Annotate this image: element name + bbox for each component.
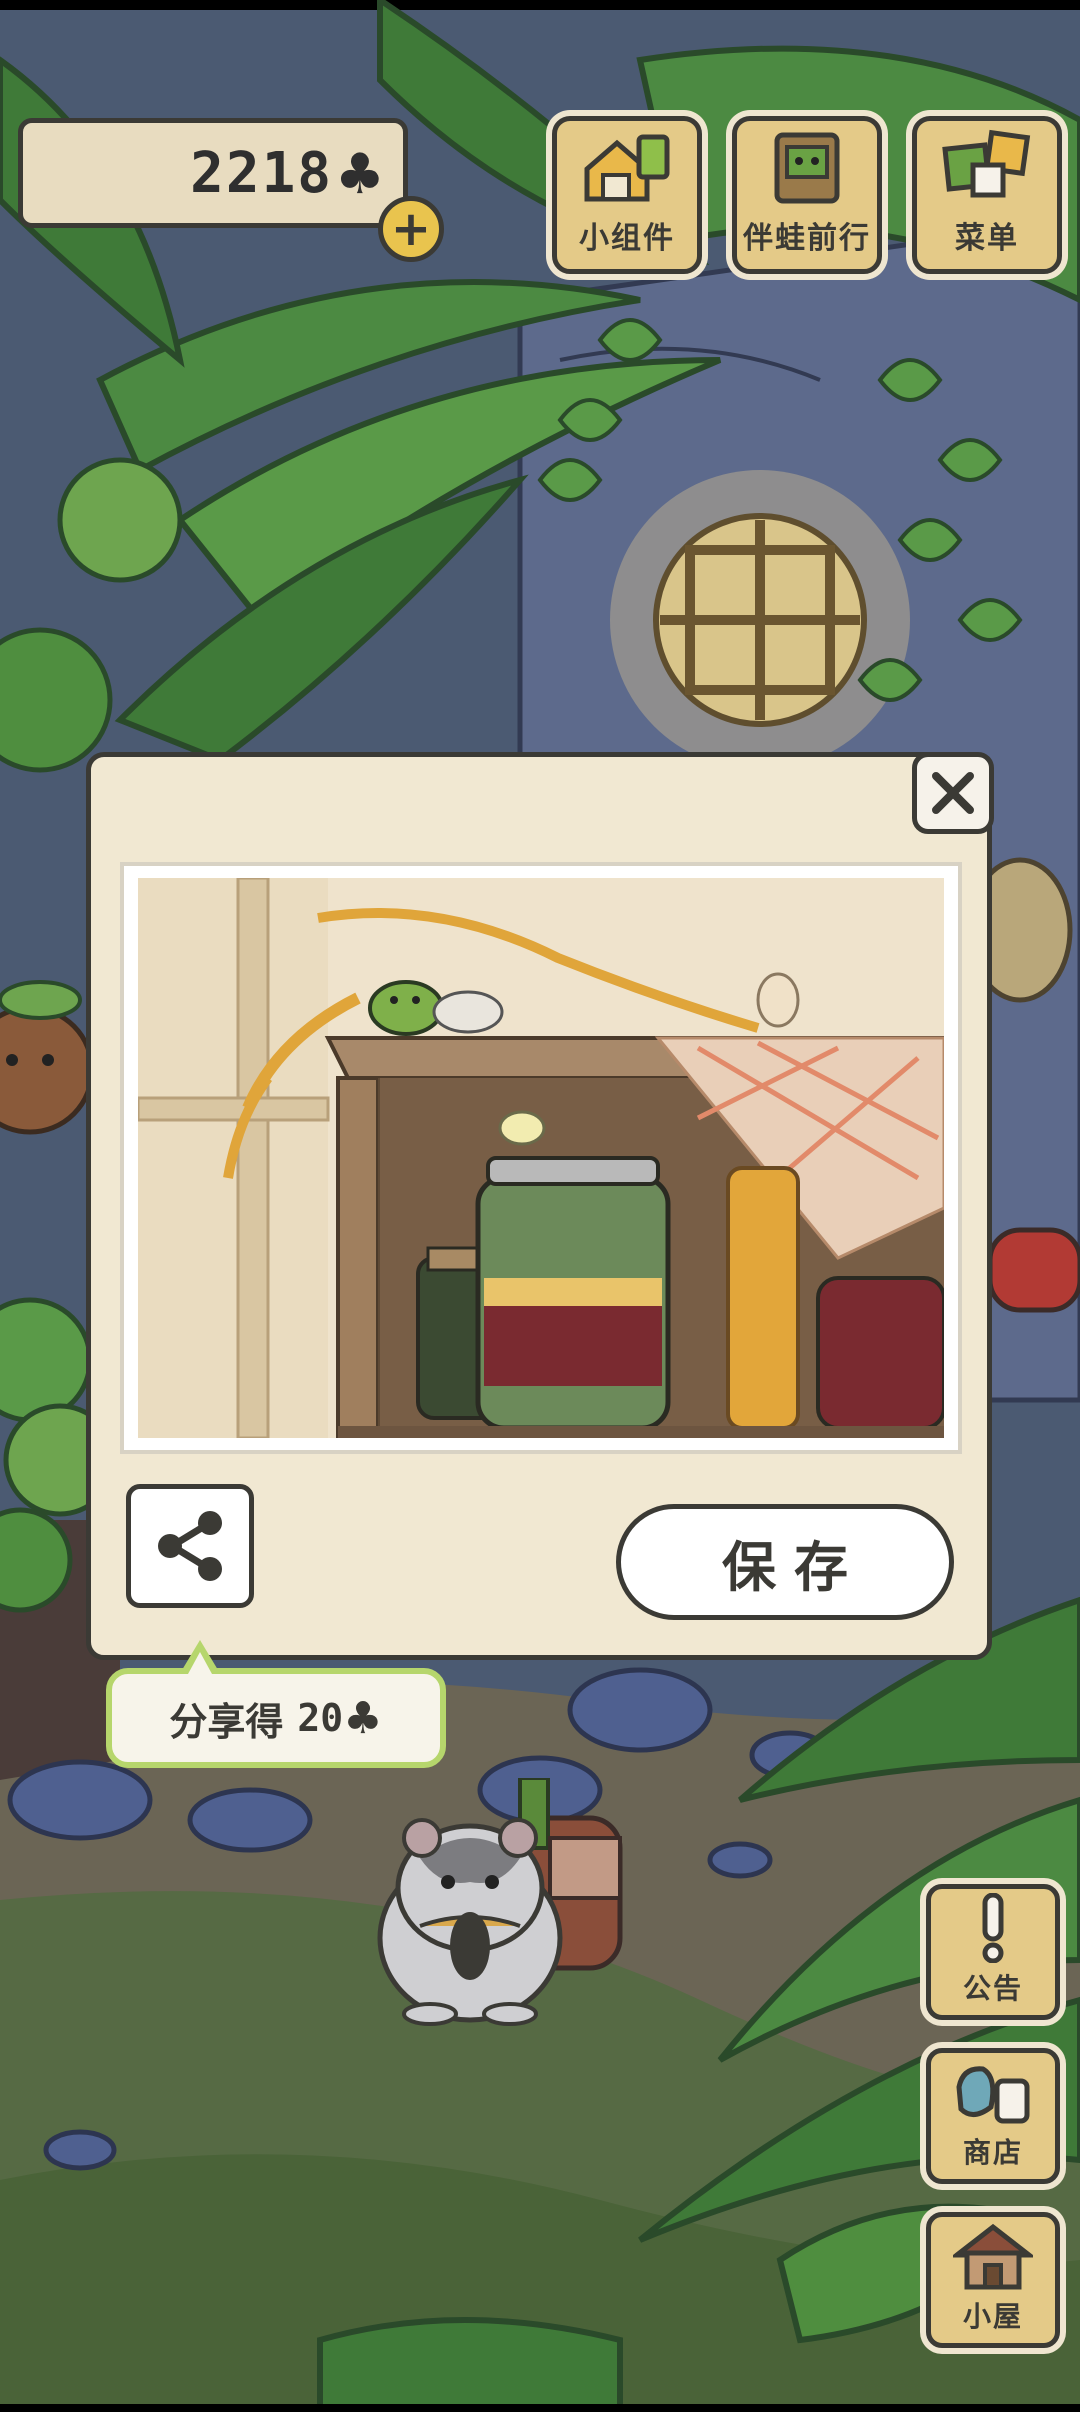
clover-counter: 2218 ♣ (18, 118, 408, 228)
close-icon (932, 772, 974, 814)
share-reward-amount: 20 (297, 1696, 344, 1740)
travel-icon (774, 132, 840, 204)
close-button[interactable] (912, 752, 994, 834)
clover-icon: ♣ (343, 1692, 383, 1744)
plus-icon: + (390, 201, 432, 257)
game-scene: 2218 ♣ + 小组件 伴蛙前行 菜单 保存 分享得 20 ♣ 公告 商店 小… (0, 0, 1080, 2412)
share-reward-text: 分享得 (169, 1699, 284, 1744)
house-button[interactable]: 小屋 (926, 2212, 1060, 2348)
widgets-button[interactable]: 小组件 (552, 116, 702, 274)
menu-button[interactable]: 菜单 (912, 116, 1062, 274)
hamster-character (377, 1778, 623, 2026)
house-label: 小屋 (962, 2300, 1023, 2333)
clover-icon: ♣ (334, 142, 385, 207)
notice-button[interactable]: 公告 (926, 1884, 1060, 2020)
notice-label: 公告 (962, 1972, 1023, 2005)
menu-label: 菜单 (955, 221, 1019, 256)
save-button[interactable]: 保存 (616, 1504, 954, 1620)
share-icon (158, 1511, 222, 1581)
travel-photo (138, 878, 944, 1438)
travel-label: 伴蛙前行 (743, 221, 871, 256)
house-icon (953, 2223, 1033, 2290)
shop-icon (956, 2066, 1030, 2124)
shop-button[interactable]: 商店 (926, 2048, 1060, 2184)
photo-frame (120, 862, 962, 1454)
share-button[interactable] (126, 1484, 254, 1608)
share-reward-tooltip: 分享得 20 ♣ (106, 1640, 446, 1768)
widgets-label: 小组件 (579, 221, 675, 256)
exclamation-icon (982, 1893, 1004, 1963)
widgets-icon (584, 134, 670, 202)
shop-label: 商店 (962, 2136, 1023, 2169)
add-clover-button[interactable]: + (378, 196, 444, 262)
menu-icon (942, 129, 1031, 198)
clover-count: 2218 (190, 140, 333, 206)
travel-with-frog-button[interactable]: 伴蛙前行 (732, 116, 882, 274)
